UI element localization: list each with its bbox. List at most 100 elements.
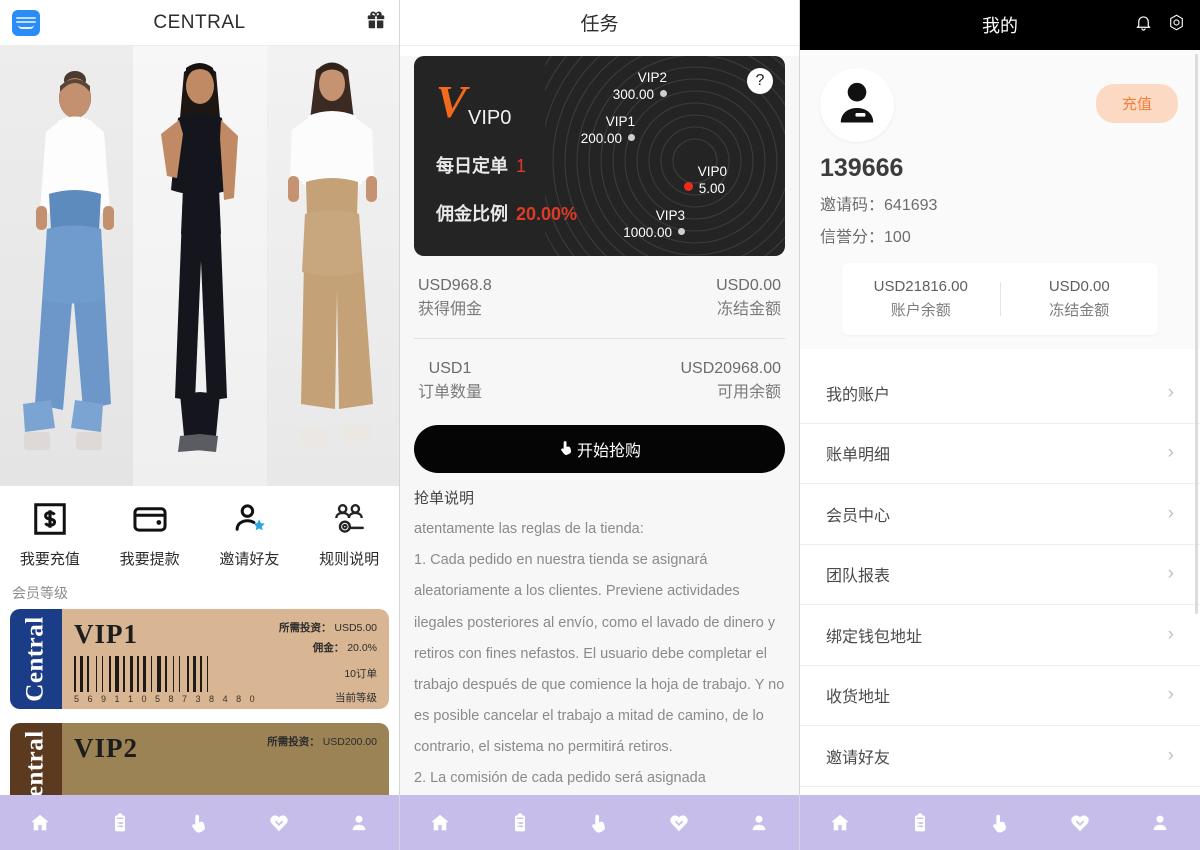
nav-favorites[interactable] bbox=[653, 803, 705, 843]
panel-mine: 我的 充值 139666 邀请码：641693 信誉分：100 USD21816… bbox=[800, 0, 1200, 850]
menu-item-team-report[interactable]: 团队报表 › bbox=[800, 545, 1200, 605]
nav-grab[interactable] bbox=[173, 803, 225, 843]
chevron-right-icon: › bbox=[1167, 684, 1174, 706]
mine-profile: 充值 139666 邀请码：641693 信誉分：100 USD21816.00… bbox=[800, 50, 1200, 349]
model-2 bbox=[161, 63, 238, 452]
member-level-title: 会员等级 bbox=[12, 585, 68, 601]
model-3 bbox=[288, 62, 377, 446]
vip-status-banner: V VIP0 每日定单 1 佣金比例 20.00% VIP2 300.00 VIP1… bbox=[414, 56, 785, 256]
invest-value: USD5.00 bbox=[334, 622, 377, 634]
barcode-icon bbox=[74, 656, 264, 692]
menu-item-bill-details[interactable]: 账单明细 › bbox=[800, 424, 1200, 484]
bottom-nav-home bbox=[0, 795, 399, 850]
task-body: V VIP0 每日定单 1 佣金比例 20.00% VIP2 300.00 VIP1… bbox=[400, 56, 799, 850]
daily-orders-label: 每日定单 bbox=[436, 155, 508, 176]
chevron-right-icon: › bbox=[1167, 381, 1174, 403]
nav-home[interactable] bbox=[14, 803, 66, 843]
menu-item-label: 账单明细 bbox=[826, 447, 891, 465]
quick-actions: 我要充值 我要提款 邀请好友 规则说明 bbox=[0, 486, 399, 575]
chevron-right-icon: › bbox=[1167, 744, 1174, 766]
vip-node-vip2: VIP2 300.00 bbox=[612, 70, 667, 102]
nav-grab[interactable] bbox=[974, 803, 1026, 843]
invest-label: 所需投资： bbox=[267, 736, 320, 748]
credit-score-row: 信誉分：100 bbox=[820, 223, 1180, 247]
available-balance-stat: USD20968.00 可用余额 bbox=[680, 360, 781, 401]
chevron-right-icon: › bbox=[1167, 563, 1174, 585]
nav-home[interactable] bbox=[814, 803, 866, 843]
menu-item-my-account[interactable]: 我的账户 › bbox=[800, 363, 1200, 424]
mine-menu: 我的账户 › 账单明细 › 会员中心 › 团队报表 › 绑定钱包地址 › 收货地… bbox=[800, 363, 1200, 787]
daily-orders-value: 1 bbox=[516, 155, 527, 176]
amazon-logo-icon[interactable] bbox=[12, 9, 40, 36]
nav-profile[interactable] bbox=[733, 803, 785, 843]
frozen-amount-stat: USD0.00 冻结金额 bbox=[716, 277, 781, 318]
menu-item-label: 绑定钱包地址 bbox=[826, 628, 923, 646]
dollar-box-icon bbox=[31, 500, 69, 538]
gear-icon[interactable] bbox=[1167, 13, 1186, 37]
quick-action-label: 我要提款 bbox=[119, 551, 180, 568]
credit-score-label: 信誉分： bbox=[820, 229, 885, 246]
vip-node-vip1: VIP1 200.00 bbox=[580, 114, 635, 146]
rules-paragraph-2: 2. La comisión de cada pedido será asign… bbox=[414, 770, 706, 787]
chevron-right-icon: › bbox=[1167, 442, 1174, 464]
menu-item-label: 团队报表 bbox=[826, 568, 891, 586]
panel-home: CENTRAL 我要充值 我要提款 邀请好友 规则说明 会员等级 Central… bbox=[0, 0, 400, 850]
nav-orders[interactable] bbox=[94, 803, 146, 843]
menu-item-label: 会员中心 bbox=[826, 507, 891, 525]
commission-label: 佣金： bbox=[312, 641, 345, 654]
quick-action-rules[interactable]: 规则说明 bbox=[299, 500, 399, 569]
menu-item-label: 邀请好友 bbox=[826, 749, 891, 767]
invest-label: 所需投资： bbox=[278, 622, 332, 634]
page-title: 任务 bbox=[580, 14, 619, 35]
menu-item-shipping-address[interactable]: 收货地址 › bbox=[800, 666, 1200, 726]
nav-favorites[interactable] bbox=[1054, 803, 1106, 843]
invest-value: USD200.00 bbox=[322, 736, 377, 748]
vip-card-1[interactable]: Central VIP1 5 6 9 1 1 0 5 8 7 3 8 4 8 0… bbox=[10, 609, 389, 709]
menu-item-bind-wallet[interactable]: 绑定钱包地址 › bbox=[800, 605, 1200, 666]
vip-level-block: V VIP0 每日定单 1 佣金比例 20.00% bbox=[436, 79, 577, 226]
nav-profile[interactable] bbox=[333, 803, 385, 843]
recharge-button[interactable]: 充值 bbox=[1095, 84, 1178, 123]
nav-home[interactable] bbox=[414, 803, 466, 843]
avatar[interactable] bbox=[820, 68, 894, 142]
commission-value: 20.0% bbox=[347, 641, 377, 654]
question-mark-icon[interactable]: ? bbox=[747, 68, 773, 94]
nav-grab[interactable] bbox=[573, 803, 625, 843]
vip-level-label: VIP0 bbox=[468, 106, 512, 129]
gift-icon[interactable] bbox=[365, 9, 387, 36]
vip-card-list: Central VIP1 5 6 9 1 1 0 5 8 7 3 8 4 8 0… bbox=[0, 609, 399, 823]
nav-favorites[interactable] bbox=[253, 803, 305, 843]
commission-rate-row: 佣金比例 20.00% bbox=[436, 200, 577, 226]
rules-paragraph-1: 1. Cada pedido en nuestra tienda se asig… bbox=[414, 552, 785, 756]
team-gear-icon bbox=[330, 500, 368, 538]
start-grab-button[interactable]: 开始抢购 bbox=[414, 425, 785, 473]
hero-banner[interactable] bbox=[0, 46, 399, 486]
vip-card-meta: 所需投资： USD200.00 bbox=[267, 733, 377, 753]
user-id: 139666 bbox=[820, 154, 904, 182]
menu-item-member-center[interactable]: 会员中心 › bbox=[800, 484, 1200, 545]
invite-code-label: 邀请码： bbox=[820, 197, 885, 214]
menu-item-invite-friends[interactable]: 邀请好友 › bbox=[800, 726, 1200, 787]
vip-card-body: VIP1 5 6 9 1 1 0 5 8 7 3 8 4 8 0 所需投资： U… bbox=[62, 609, 389, 709]
nav-orders[interactable] bbox=[494, 803, 546, 843]
bell-icon[interactable] bbox=[1134, 13, 1153, 37]
bottom-nav-mine bbox=[800, 795, 1200, 850]
quick-action-invite[interactable]: 邀请好友 bbox=[200, 500, 300, 569]
nav-profile[interactable] bbox=[1134, 803, 1186, 843]
user-avatar-icon bbox=[831, 77, 883, 134]
invite-code-value: 641693 bbox=[884, 197, 938, 214]
panel-task: 任务 V VIP0 每日定单 1 佣金比例 20.00% VIP2 300.00… bbox=[400, 0, 800, 850]
quick-action-label: 邀请好友 bbox=[219, 551, 280, 568]
mine-header: 我的 bbox=[800, 0, 1200, 50]
nav-orders[interactable] bbox=[894, 803, 946, 843]
rules-paragraph-0: atentamente las reglas de la tienda: bbox=[414, 521, 644, 537]
quick-action-recharge[interactable]: 我要充值 bbox=[0, 500, 100, 569]
quick-action-withdraw[interactable]: 我要提款 bbox=[100, 500, 200, 569]
scrollbar[interactable] bbox=[1195, 54, 1198, 614]
invite-code-row: 邀请码：641693 bbox=[820, 191, 1180, 215]
model-1 bbox=[23, 71, 114, 450]
three-phone-screens: CENTRAL 我要充值 我要提款 邀请好友 规则说明 会员等级 Central… bbox=[0, 0, 1200, 850]
task-header: 任务 bbox=[400, 0, 799, 46]
vip-node-vip3: VIP3 1000.00 bbox=[623, 208, 685, 240]
order-count: 10订单 bbox=[344, 667, 377, 680]
